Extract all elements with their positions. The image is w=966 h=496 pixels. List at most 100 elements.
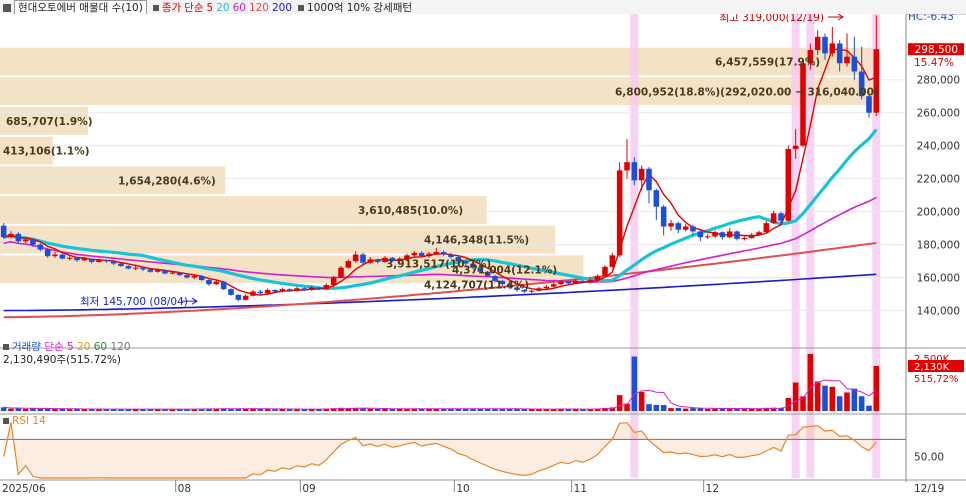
candle-up[interactable] <box>624 162 630 171</box>
candle-up[interactable] <box>536 288 542 291</box>
candle-down[interactable] <box>286 289 293 291</box>
candle-up[interactable] <box>770 213 777 224</box>
candle-down[interactable] <box>675 223 682 230</box>
candle-down[interactable] <box>59 254 66 259</box>
candle-down[interactable] <box>74 257 80 261</box>
candle-down[interactable] <box>198 275 205 281</box>
candle-up[interactable] <box>169 272 176 274</box>
candle-up[interactable] <box>323 285 330 290</box>
candle-up[interactable] <box>587 280 594 283</box>
candle-down[interactable] <box>440 252 447 255</box>
candle-up[interactable] <box>294 288 300 291</box>
candle-up[interactable] <box>873 49 880 113</box>
candle-down[interactable] <box>272 289 278 292</box>
candle-down[interactable] <box>360 254 366 263</box>
candle-up[interactable] <box>330 277 337 286</box>
candle-down[interactable] <box>822 36 828 54</box>
candle-up[interactable] <box>602 266 608 276</box>
stock-title[interactable]: 현대오토에버 매물대 수(10) <box>14 0 147 14</box>
candle-down[interactable] <box>565 281 572 284</box>
candle-down[interactable] <box>140 267 146 270</box>
candle-down[interactable] <box>418 252 425 257</box>
candle-down[interactable] <box>0 225 7 238</box>
candle-up[interactable] <box>814 36 821 51</box>
candle-down[interactable] <box>184 275 190 278</box>
candle-up[interactable] <box>345 261 352 268</box>
candle-down[interactable] <box>118 263 124 267</box>
candle-up[interactable] <box>829 43 836 54</box>
candle-up[interactable] <box>279 289 286 292</box>
candle-up[interactable] <box>96 260 102 262</box>
candle-up[interactable] <box>352 254 359 262</box>
candle-down[interactable] <box>580 280 586 283</box>
candle-up[interactable] <box>572 280 579 284</box>
candle-up[interactable] <box>741 238 748 240</box>
candle-up[interactable] <box>712 232 718 237</box>
candle-down[interactable] <box>851 56 858 72</box>
candle-up[interactable] <box>748 234 755 239</box>
candle-up[interactable] <box>52 254 58 257</box>
candle-down[interactable] <box>103 260 110 262</box>
candle-down[interactable] <box>147 269 154 272</box>
candle-down[interactable] <box>690 226 696 232</box>
candle-up[interactable] <box>543 286 550 289</box>
candle-up[interactable] <box>528 290 535 292</box>
candle-down[interactable] <box>235 294 242 300</box>
candle-up[interactable] <box>594 275 601 281</box>
candle-up[interactable] <box>8 233 14 238</box>
candle-down[interactable] <box>719 232 726 238</box>
candle-down[interactable] <box>30 239 36 245</box>
candle-down[interactable] <box>125 266 132 269</box>
candle-up[interactable] <box>558 281 564 285</box>
candle-up[interactable] <box>213 281 220 285</box>
candle-up[interactable] <box>22 239 29 242</box>
candle-up[interactable] <box>800 63 806 146</box>
candle-up[interactable] <box>844 56 850 64</box>
candle-up[interactable] <box>367 259 374 263</box>
candle-up[interactable] <box>154 270 161 272</box>
candle-up[interactable] <box>756 232 762 235</box>
candle-down[interactable] <box>374 259 381 262</box>
candle-down[interactable] <box>176 272 183 276</box>
candle-up[interactable] <box>81 258 88 261</box>
candle-down[interactable] <box>37 244 44 250</box>
candle-up[interactable] <box>638 168 645 181</box>
candle-up[interactable] <box>704 236 711 238</box>
candle-up[interactable] <box>426 253 432 257</box>
candle-up[interactable] <box>682 226 689 230</box>
candle-up[interactable] <box>338 267 344 278</box>
candle-down[interactable] <box>631 162 638 181</box>
candle-down[interactable] <box>257 291 264 294</box>
candle-down[interactable] <box>734 231 740 239</box>
candle-down[interactable] <box>44 249 51 257</box>
candle-up[interactable] <box>668 223 674 227</box>
candle-up[interactable] <box>191 275 198 278</box>
candle-up[interactable] <box>250 291 256 296</box>
price-chart[interactable]: 6,457,559(17.9%) 6,800,952(18.8%)(292,020… <box>0 14 966 496</box>
candle-down[interactable] <box>778 213 784 221</box>
candle-up[interactable] <box>411 252 418 256</box>
candle-up[interactable] <box>66 257 73 259</box>
candle-up[interactable] <box>132 267 139 269</box>
candle-down[interactable] <box>228 289 234 295</box>
candle-down[interactable] <box>448 254 454 257</box>
candle-up[interactable] <box>433 252 440 254</box>
candle-down[interactable] <box>866 96 872 113</box>
candle-down[interactable] <box>653 190 660 207</box>
candle-down[interactable] <box>110 261 117 264</box>
candle-up[interactable] <box>550 284 557 287</box>
candle-up[interactable] <box>785 148 792 221</box>
candle-up[interactable] <box>308 287 315 290</box>
candle-down[interactable] <box>15 233 22 242</box>
candle-up[interactable] <box>609 255 616 267</box>
candle-down[interactable] <box>301 288 308 290</box>
candle-down[interactable] <box>697 231 704 238</box>
candle-up[interactable] <box>242 295 249 300</box>
candle-up[interactable] <box>792 145 799 149</box>
candle-up[interactable] <box>763 223 770 233</box>
candle-down[interactable] <box>220 281 227 290</box>
candle-down[interactable] <box>836 43 843 64</box>
menu-square-icon[interactable] <box>3 4 11 12</box>
candle-down[interactable] <box>646 168 652 191</box>
candle-down[interactable] <box>660 206 667 227</box>
